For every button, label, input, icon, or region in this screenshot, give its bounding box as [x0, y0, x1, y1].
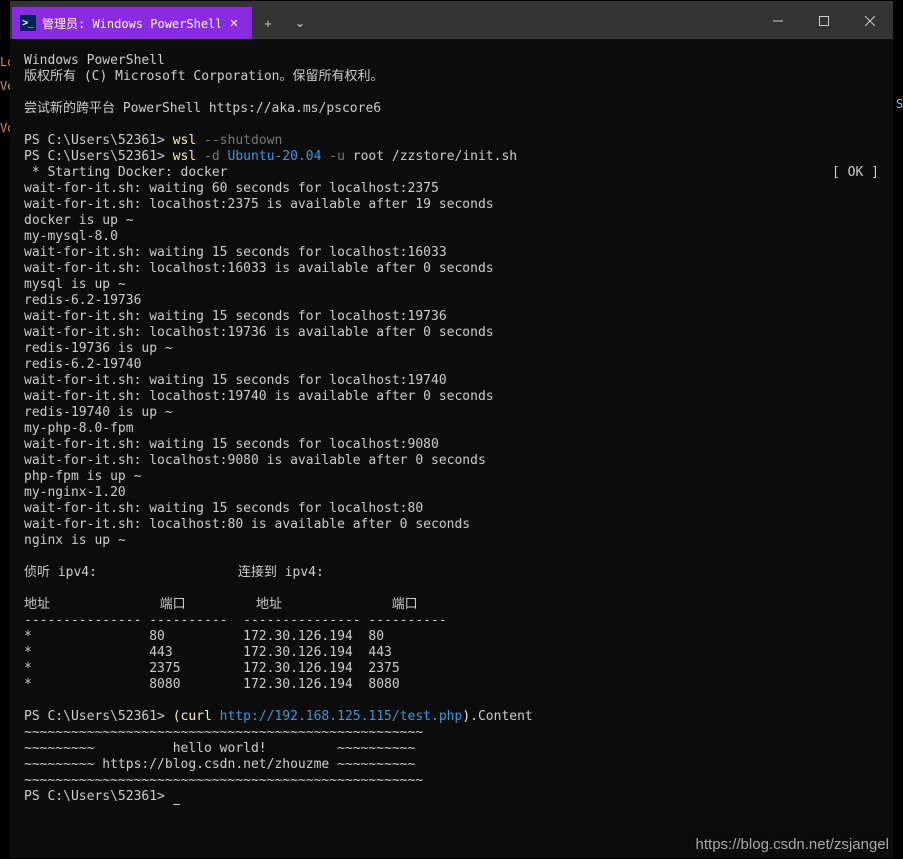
output-line: my-mysql-8.0: [24, 229, 118, 244]
cmd-flag: -u: [321, 149, 344, 164]
cmd-flag: -d: [196, 149, 219, 164]
banner-line: 版权所有 (C) Microsoft Corporation。保留所有权利。: [24, 69, 384, 84]
maximize-icon[interactable]: [801, 5, 847, 37]
tab-title: 管理员: Windows PowerShell: [42, 15, 220, 32]
output-line: ~~~~~~~~~~~~~~~~~~~~~~~~~~~~~~~~~~~~~~~~…: [24, 773, 423, 788]
watermark: https://blog.csdn.net/zsjangel: [696, 836, 889, 853]
table-row: * 80 172.30.126.194 80: [24, 629, 384, 644]
prompt: PS C:\Users\52361>: [24, 709, 173, 724]
output-line: wait-for-it.sh: waiting 15 seconds for l…: [24, 501, 423, 516]
output-line: wait-for-it.sh: localhost:19736 is avail…: [24, 325, 494, 340]
terminal-window: >_ 管理员: Windows PowerShell ✕ + ⌄ Windows…: [10, 1, 893, 858]
output-line: redis-19736 is up ~: [24, 341, 173, 356]
tab-dropdown-button[interactable]: ⌄: [284, 7, 316, 39]
output-line: redis-6.2-19740: [24, 357, 141, 372]
output-line: wait-for-it.sh: waiting 15 seconds for l…: [24, 309, 447, 324]
output-line: my-php-8.0-fpm: [24, 421, 134, 436]
output-line: my-nginx-1.20: [24, 485, 126, 500]
prompt: PS C:\Users\52361>: [24, 789, 173, 804]
cmd-rest: root /zzstore/init.sh: [345, 149, 517, 164]
output-line: wait-for-it.sh: waiting 60 seconds for l…: [24, 181, 439, 196]
cmd-wsl: wsl: [173, 133, 196, 148]
output-line: wait-for-it.sh: localhost:16033 is avail…: [24, 261, 494, 276]
banner-line: Windows PowerShell: [24, 53, 165, 68]
cursor: [173, 804, 180, 805]
output-line: wait-for-it.sh: localhost:19740 is avail…: [24, 389, 494, 404]
table-header: 侦听 ipv4: 连接到 ipv4:: [24, 565, 324, 580]
output-line: wait-for-it.sh: localhost:80 is availabl…: [24, 517, 470, 532]
titlebar: >_ 管理员: Windows PowerShell ✕ + ⌄: [10, 1, 893, 39]
cmd-curl: curl: [181, 709, 212, 724]
output-line: wait-for-it.sh: waiting 15 seconds for l…: [24, 373, 447, 388]
banner-line: 尝试新的跨平台 PowerShell https://aka.ms/pscore…: [24, 101, 381, 116]
background-text: S: [896, 96, 903, 112]
output-line: ~~~~~~~~~ hello world! ~~~~~~~~~~: [24, 741, 415, 756]
paren: ): [462, 709, 470, 724]
output-line: mysql is up ~: [24, 277, 126, 292]
tab-active[interactable]: >_ 管理员: Windows PowerShell ✕: [12, 7, 252, 39]
output-line: wait-for-it.sh: localhost:9080 is availa…: [24, 453, 486, 468]
table-row: * 443 172.30.126.194 443: [24, 645, 392, 660]
output-line: redis-19740 is up ~: [24, 405, 173, 420]
new-tab-button[interactable]: +: [252, 7, 284, 39]
table-sep: --------------- ---------- -------------…: [24, 613, 447, 628]
terminal-content[interactable]: Windows PowerShell 版权所有 (C) Microsoft Co…: [10, 39, 893, 858]
output-line: wait-for-it.sh: localhost:2375 is availa…: [24, 197, 494, 212]
ok-status: [ OK ]: [832, 165, 879, 181]
table-row: * 8080 172.30.126.194 8080: [24, 677, 400, 692]
output-line: * Starting Docker: docker: [24, 165, 228, 180]
output-line: wait-for-it.sh: waiting 15 seconds for l…: [24, 437, 439, 452]
cmd-wsl: wsl: [173, 149, 196, 164]
prompt: PS C:\Users\52361>: [24, 149, 173, 164]
table-row: * 2375 172.30.126.194 2375: [24, 661, 400, 676]
close-window-icon[interactable]: [847, 5, 893, 37]
minimize-icon[interactable]: [755, 5, 801, 37]
table-cols: 地址 端口 地址 端口: [24, 597, 418, 612]
powershell-icon: >_: [20, 15, 36, 31]
cmd-url: http://192.168.125.115/test.php: [212, 709, 462, 724]
prompt: PS C:\Users\52361>: [24, 133, 173, 148]
close-icon[interactable]: ✕: [226, 15, 242, 31]
cmd-value: Ubuntu-20.04: [220, 149, 322, 164]
output-line: nginx is up ~: [24, 533, 126, 548]
output-line: ~~~~~~~~~ https://blog.csdn.net/zhouzme …: [24, 757, 415, 772]
cmd-arg: --shutdown: [196, 133, 282, 148]
output-line: php-fpm is up ~: [24, 469, 141, 484]
titlebar-left: >_ 管理员: Windows PowerShell ✕ + ⌄: [10, 7, 316, 39]
window-controls: [755, 5, 893, 37]
output-line: wait-for-it.sh: waiting 15 seconds for l…: [24, 245, 447, 260]
paren: (: [173, 709, 181, 724]
output-line: ~~~~~~~~~~~~~~~~~~~~~~~~~~~~~~~~~~~~~~~~…: [24, 725, 423, 740]
output-line: redis-6.2-19736: [24, 293, 141, 308]
output-line: docker is up ~: [24, 213, 134, 228]
cmd-prop: .Content: [470, 709, 533, 724]
